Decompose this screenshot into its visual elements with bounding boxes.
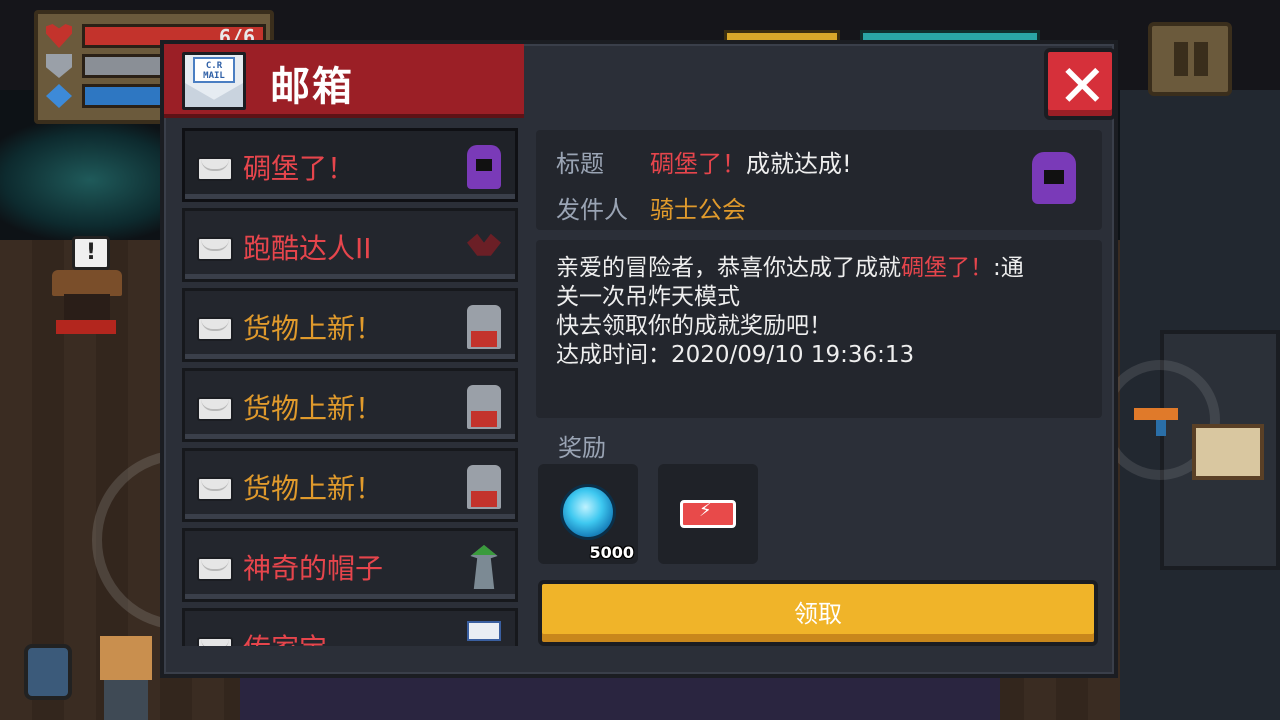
close-icon: ✕ (1058, 52, 1107, 120)
envelope-icon (197, 397, 233, 421)
close-button[interactable]: ✕ (1044, 48, 1116, 120)
gem-icon (560, 484, 616, 540)
body-line-1: 亲爱的冒险者，恭喜你达成了成就碉堡了！:通 (556, 255, 1024, 281)
merchant-icon (467, 465, 501, 509)
mail-item[interactable]: 货物上新！ (182, 288, 518, 362)
claim-label: 领取 (794, 600, 842, 628)
envelope-icon (197, 477, 233, 501)
reward-slot[interactable]: 5000 (538, 464, 638, 564)
weapon-grip-icon (1156, 420, 1166, 436)
envelope-icon (197, 637, 233, 646)
mail-detail-header: 标题 碉堡了！成就达成! 发件人 骑士公会 (536, 130, 1102, 230)
card-icon (467, 621, 501, 641)
witch-icon (470, 545, 498, 589)
knight-icon (1032, 152, 1076, 204)
merchant-icon (467, 305, 501, 349)
mailbox-header: C.R MAIL 邮箱 (164, 44, 524, 118)
rewards-label: 奖励 (558, 434, 606, 462)
mail-item-title: 货物上新！ (243, 392, 384, 425)
subject-label: 标题 (556, 150, 604, 178)
claim-button[interactable]: 领取 (538, 580, 1098, 646)
mail-item[interactable]: 碉堡了！ (182, 128, 518, 202)
subject-value: 碉堡了！成就达成! (650, 144, 852, 179)
notice-board-icon[interactable] (1192, 424, 1264, 480)
heart-icon (46, 24, 72, 48)
subject-rest: 成就达成! (746, 150, 852, 178)
mail-item-title: 货物上新！ (243, 472, 384, 505)
npc-dog[interactable] (96, 636, 156, 720)
shield-icon (46, 54, 72, 78)
envelope-icon (197, 317, 233, 341)
sender-value: 骑士公会 (650, 196, 746, 224)
reward-slot[interactable] (658, 464, 758, 564)
sender-label: 发件人 (556, 196, 628, 224)
subject-highlight: 碉堡了！ (650, 150, 746, 178)
mail-item[interactable]: 跑酷达人II (182, 208, 518, 282)
barrel-icon (24, 644, 72, 700)
mail-item-title: 货物上新！ (243, 312, 384, 345)
ticket-icon (680, 500, 736, 528)
mailbox-title: 邮箱 (270, 64, 354, 110)
mail-item[interactable]: 传家宝 (182, 608, 518, 646)
merchant-icon (467, 385, 501, 429)
mail-item[interactable]: 货物上新！ (182, 448, 518, 522)
exclamation-icon: ! (72, 236, 110, 270)
knight-icon (467, 145, 501, 189)
pause-button[interactable] (1148, 22, 1232, 96)
energy-icon (46, 84, 72, 108)
mail-list[interactable]: 碉堡了！ 跑酷达人II 货物上新！ 货物上新！ 货物上新！ 神奇的帽子 (182, 128, 522, 646)
mail-icon: C.R MAIL (182, 52, 246, 110)
reward-count: 5000 (589, 543, 634, 562)
bat-icon (467, 233, 501, 256)
body-line-3: 快去领取你的成就奖励吧！ (556, 313, 832, 339)
body-line-2: 关一次吊炸天模式 (556, 284, 740, 310)
mailbox-panel: C.R MAIL 邮箱 ✕ 碉堡了！ 跑酷达人II 货物上新！ 货物上新！ 货物… (160, 40, 1118, 678)
mail-body: 亲爱的冒险者，恭喜你达成了成就碉堡了！:通 关一次吊炸天模式 快去领取你的成就奖… (536, 240, 1102, 418)
body-line-4: 达成时间：2020/09/10 19:36:13 (556, 342, 915, 368)
envelope-icon (197, 557, 233, 581)
mail-item-title: 跑酷达人II (243, 232, 372, 265)
weapon-icon (1134, 408, 1178, 420)
envelope-icon (197, 157, 233, 181)
mail-item[interactable]: 神奇的帽子 (182, 528, 518, 602)
mail-stamp: C.R MAIL (193, 57, 235, 83)
mail-item-title: 神奇的帽子 (243, 552, 384, 585)
mail-item-title: 传家宝 (243, 627, 327, 646)
mail-item-title: 碉堡了！ (243, 152, 356, 185)
envelope-icon (197, 237, 233, 261)
mail-item[interactable]: 货物上新！ (182, 368, 518, 442)
npc-cowboy[interactable] (52, 270, 122, 350)
